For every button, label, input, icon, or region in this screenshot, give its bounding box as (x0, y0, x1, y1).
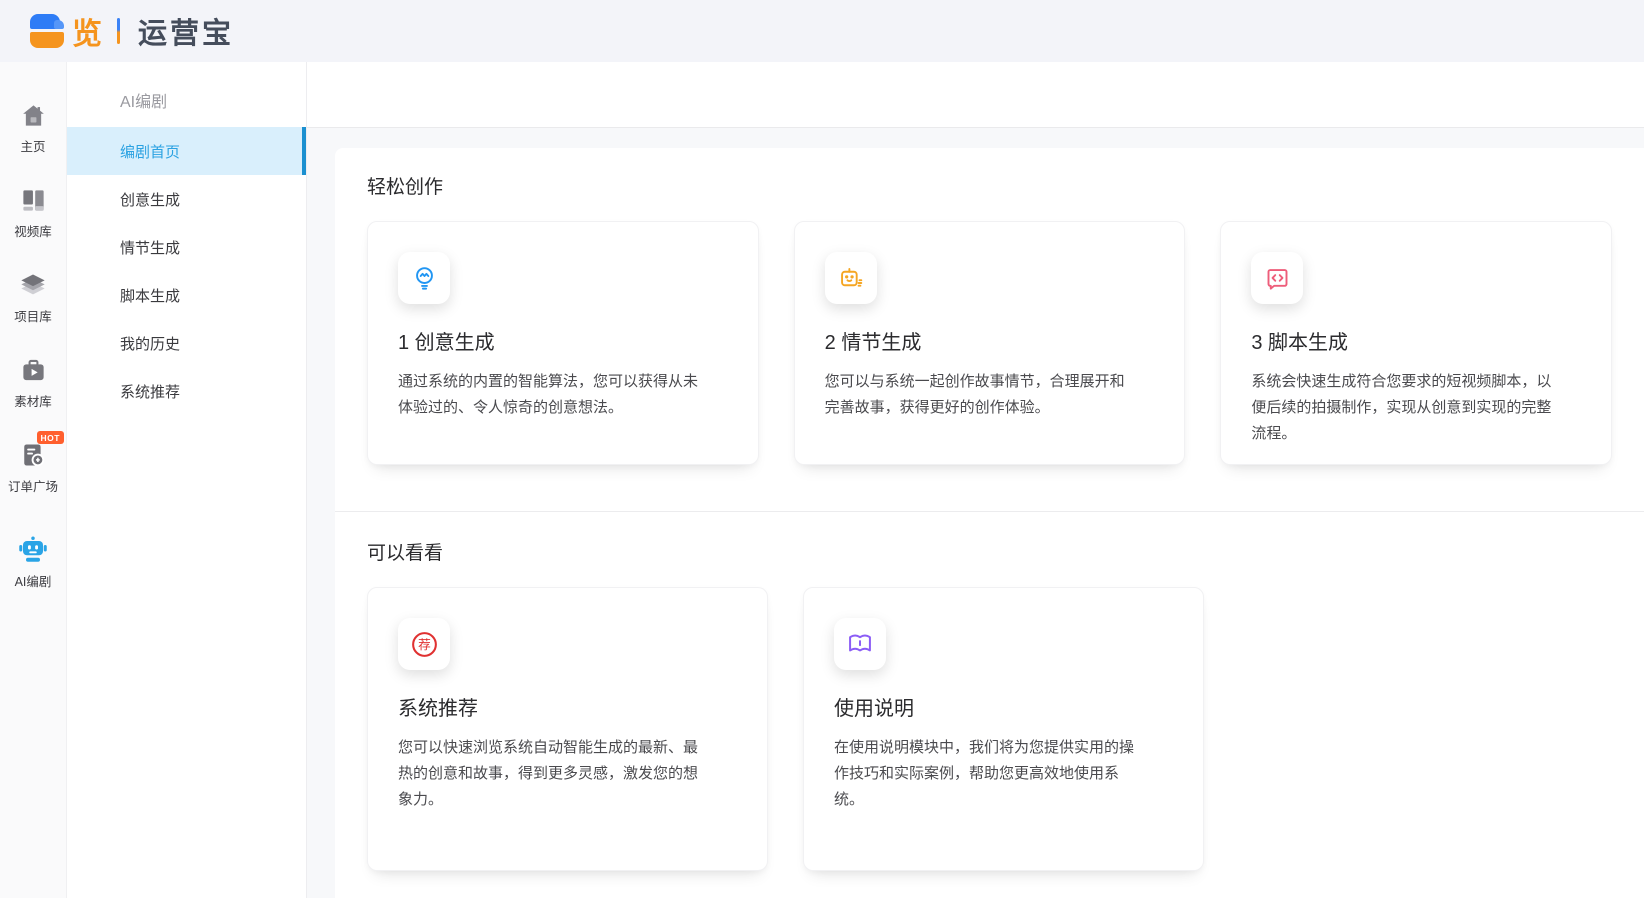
video-library-icon (18, 185, 48, 215)
section-title: 可以看看 (367, 538, 1612, 565)
brand-name: 运营宝 (138, 10, 234, 52)
order-plaza-icon: HOT (18, 440, 48, 470)
card-script-generation[interactable]: 3 脚本生成 系统会快速生成符合您要求的短视频脚本，以便后续的拍摄制作，实现从创… (1220, 221, 1612, 465)
card-description: 您可以与系统一起创作故事情节，合理展开和完善故事，获得更好的创作体验。 (825, 369, 1125, 421)
material-library-icon (18, 355, 48, 385)
rail-item-label: 主页 (20, 136, 45, 155)
card-description: 系统会快速生成符合您要求的短视频脚本，以便后续的拍摄制作，实现从创意到实现的完整… (1251, 369, 1551, 447)
project-library-icon (18, 270, 48, 300)
brand-logo-icon (30, 14, 64, 48)
brand-logo[interactable]: 览 运营宝 (30, 9, 234, 53)
sidebar-item-label: 情节生成 (120, 237, 180, 258)
hot-badge: HOT (37, 431, 64, 444)
card-user-manual[interactable]: 使用说明 在使用说明模块中，我们将为您提供实用的操作技巧和实际案例，帮助您更高效… (803, 587, 1204, 871)
rail-item-ai-writer[interactable]: AI编剧 (0, 535, 66, 590)
section-easy-create: 轻松创作 1 创意生成 通过系统的内置的智能算法，您可以获得从未体验过的、令人惊… (335, 148, 1644, 511)
sidebar-item-label: 编剧首页 (120, 141, 180, 162)
script-code-icon (1251, 252, 1303, 304)
sidebar-item-label: 脚本生成 (120, 285, 180, 306)
svg-text:荐: 荐 (418, 637, 431, 652)
rail-item-material-library[interactable]: 素材库 (0, 355, 66, 410)
sidebar-item-writer-home[interactable]: 编剧首页 (67, 127, 306, 175)
brand-divider (117, 18, 120, 44)
rail-item-label: 订单广场 (8, 476, 58, 495)
rail-item-label: AI编剧 (15, 571, 52, 590)
card-idea-generation[interactable]: 1 创意生成 通过系统的内置的智能算法，您可以获得从未体验过的、令人惊奇的创意想… (367, 221, 759, 465)
rail-item-project-library[interactable]: 项目库 (0, 270, 66, 325)
rail-item-label: 素材库 (14, 391, 52, 410)
sidebar-item-idea-generation[interactable]: 创意生成 (67, 175, 306, 223)
card-description: 通过系统的内置的智能算法，您可以获得从未体验过的、令人惊奇的创意想法。 (398, 369, 698, 421)
plot-robot-icon (825, 252, 877, 304)
sidebar-ai-writer-menu: AI编剧 编剧首页 创意生成 情节生成 脚本生成 我的历史 系统推荐 (67, 62, 307, 898)
sidebar-item-my-history[interactable]: 我的历史 (67, 319, 306, 367)
rail-item-label: 视频库 (14, 221, 52, 240)
ai-writer-robot-icon (18, 535, 48, 565)
card-title: 系统推荐 (398, 692, 737, 721)
sidebar-item-plot-generation[interactable]: 情节生成 (67, 223, 306, 271)
sidebar-title: AI编剧 (67, 88, 306, 112)
icon-rail: 主页 视频库 项目库 素材库 HOT 订单广场 (0, 62, 67, 898)
card-description: 您可以快速浏览系统自动智能生成的最新、最热的创意和故事，得到更多灵感，激发您的想… (398, 735, 698, 813)
rail-item-order-plaza[interactable]: HOT 订单广场 (0, 440, 66, 495)
sidebar-item-label: 系统推荐 (120, 381, 180, 402)
sidebar-item-label: 创意生成 (120, 189, 180, 210)
sidebar-item-script-generation[interactable]: 脚本生成 (67, 271, 306, 319)
card-title: 3 脚本生成 (1251, 326, 1581, 355)
card-description: 在使用说明模块中，我们将为您提供实用的操作技巧和实际案例，帮助您更高效地使用系统… (834, 735, 1134, 813)
main-area: 轻松创作 1 创意生成 通过系统的内置的智能算法，您可以获得从未体验过的、令人惊… (307, 62, 1644, 898)
brand-logo-char: 览 (72, 9, 103, 53)
card-title: 2 情节生成 (825, 326, 1155, 355)
section-title: 轻松创作 (367, 172, 1612, 199)
recommend-seal-icon: 荐 (398, 618, 450, 670)
idea-bulb-icon (398, 252, 450, 304)
toolbar-strip (307, 62, 1644, 128)
rail-item-home[interactable]: 主页 (0, 100, 66, 155)
manual-book-icon (834, 618, 886, 670)
content-panel: 轻松创作 1 创意生成 通过系统的内置的智能算法，您可以获得从未体验过的、令人惊… (335, 148, 1644, 898)
home-icon (18, 100, 48, 130)
rail-item-video-library[interactable]: 视频库 (0, 185, 66, 240)
card-plot-generation[interactable]: 2 情节生成 您可以与系统一起创作故事情节，合理展开和完善故事，获得更好的创作体… (794, 221, 1186, 465)
top-header: 览 运营宝 (0, 0, 1644, 62)
section-take-a-look: 可以看看 荐 系统推荐 您可以快速浏览系统自动智能生成的最新、最热的创意和故事，… (335, 512, 1644, 891)
card-title: 1 创意生成 (398, 326, 728, 355)
content-background: 轻松创作 1 创意生成 通过系统的内置的智能算法，您可以获得从未体验过的、令人惊… (307, 128, 1644, 898)
sidebar-item-system-recommend[interactable]: 系统推荐 (67, 367, 306, 415)
card-system-recommend[interactable]: 荐 系统推荐 您可以快速浏览系统自动智能生成的最新、最热的创意和故事，得到更多灵… (367, 587, 768, 871)
sidebar-item-label: 我的历史 (120, 333, 180, 354)
rail-item-label: 项目库 (14, 306, 52, 325)
card-title: 使用说明 (834, 692, 1173, 721)
